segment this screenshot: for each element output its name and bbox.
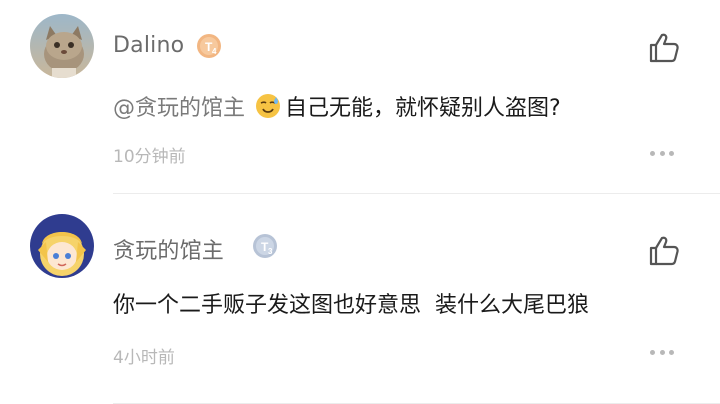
like-button[interactable] (647, 234, 681, 268)
comment-item: Dalino T 4 @贪玩的馆主 自己无能，就怀疑别人盗图? 10分钟前 (0, 0, 720, 194)
thumbs-up-icon (649, 33, 679, 63)
level-3-badge-icon: T 3 (252, 233, 278, 259)
comment-body: 你一个二手贩子发这图也好意思 装什么大尾巴狼 (113, 293, 589, 318)
svg-text:3: 3 (268, 247, 273, 256)
dot-icon (669, 150, 674, 156)
level-4-badge-icon: T 4 (196, 33, 222, 59)
timestamp: 4小时前 (113, 348, 175, 368)
avatar[interactable] (30, 14, 94, 78)
dot-icon (650, 150, 655, 156)
like-button[interactable] (647, 31, 681, 65)
cat-avatar-icon (30, 14, 94, 78)
dot-icon (650, 349, 655, 355)
timestamp: 10分钟前 (113, 147, 186, 167)
dot-icon (659, 150, 665, 156)
thumbs-up-icon (649, 236, 679, 266)
sweat-smile-emoji-icon (256, 94, 281, 118)
username[interactable]: 贪玩的馆主 (113, 233, 224, 265)
comment-item: 贪玩的馆主 T 3 你一个二手贩子发这图也好意思 装什么大尾巴狼 4小时前 (0, 194, 720, 404)
svg-text:4: 4 (212, 47, 217, 56)
avatar[interactable] (30, 214, 94, 278)
mention-link[interactable]: @贪玩的馆主 (113, 90, 245, 122)
comment-text: @贪玩的馆主 自己无能，就怀疑别人盗图? (113, 90, 561, 122)
dot-icon (669, 349, 674, 355)
comment-body: 自己无能，就怀疑别人盗图? (285, 96, 561, 121)
more-options-button[interactable] (650, 147, 674, 159)
comment-text: 你一个二手贩子发这图也好意思 装什么大尾巴狼 (113, 287, 589, 319)
anime-girl-avatar-icon (30, 214, 94, 278)
more-options-button[interactable] (650, 346, 674, 358)
dot-icon (659, 349, 665, 355)
username[interactable]: Dalino (113, 33, 184, 58)
